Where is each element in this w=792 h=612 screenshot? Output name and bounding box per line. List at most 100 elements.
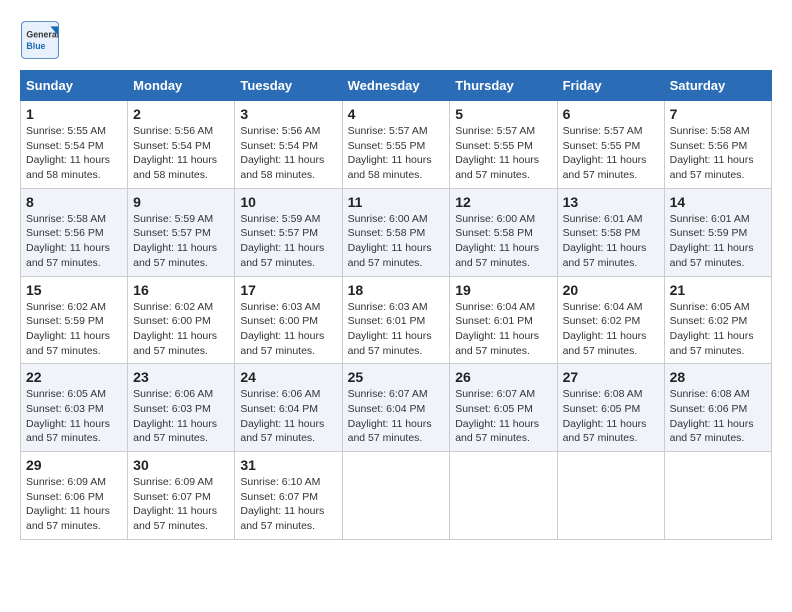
day-info: Sunrise: 6:08 AMSunset: 6:06 PMDaylight:… — [670, 387, 766, 446]
calendar-day-cell: 8 Sunrise: 5:58 AMSunset: 5:56 PMDaylight… — [21, 188, 128, 276]
day-number: 1 — [26, 106, 122, 122]
day-of-week-header: Saturday — [664, 71, 771, 101]
day-info: Sunrise: 6:05 AMSunset: 6:03 PMDaylight:… — [26, 387, 122, 446]
day-number: 23 — [133, 369, 229, 385]
day-info: Sunrise: 6:01 AMSunset: 5:59 PMDaylight:… — [670, 212, 766, 271]
logo: General Blue — [20, 20, 66, 60]
day-of-week-header: Wednesday — [342, 71, 450, 101]
day-number: 27 — [563, 369, 659, 385]
calendar-day-cell: 11 Sunrise: 6:00 AMSunset: 5:58 PMDayligh… — [342, 188, 450, 276]
day-info: Sunrise: 6:10 AMSunset: 6:07 PMDaylight:… — [240, 475, 336, 534]
day-info: Sunrise: 5:58 AMSunset: 5:56 PMDaylight:… — [26, 212, 122, 271]
day-info: Sunrise: 5:59 AMSunset: 5:57 PMDaylight:… — [133, 212, 229, 271]
day-info: Sunrise: 6:02 AMSunset: 5:59 PMDaylight:… — [26, 300, 122, 359]
calendar-day-cell: 2 Sunrise: 5:56 AMSunset: 5:54 PMDaylight… — [128, 101, 235, 189]
calendar-day-cell: 16 Sunrise: 6:02 AMSunset: 6:00 PMDayligh… — [128, 276, 235, 364]
calendar-day-cell: 24 Sunrise: 6:06 AMSunset: 6:04 PMDayligh… — [235, 364, 342, 452]
day-info: Sunrise: 6:05 AMSunset: 6:02 PMDaylight:… — [670, 300, 766, 359]
day-of-week-header: Thursday — [450, 71, 557, 101]
calendar-week-row: 8 Sunrise: 5:58 AMSunset: 5:56 PMDaylight… — [21, 188, 772, 276]
day-info: Sunrise: 5:55 AMSunset: 5:54 PMDaylight:… — [26, 124, 122, 183]
svg-text:Blue: Blue — [26, 41, 45, 51]
calendar-day-cell: 3 Sunrise: 5:56 AMSunset: 5:54 PMDaylight… — [235, 101, 342, 189]
day-info: Sunrise: 5:58 AMSunset: 5:56 PMDaylight:… — [670, 124, 766, 183]
day-info: Sunrise: 6:09 AMSunset: 6:06 PMDaylight:… — [26, 475, 122, 534]
day-info: Sunrise: 6:02 AMSunset: 6:00 PMDaylight:… — [133, 300, 229, 359]
calendar-day-cell: 6 Sunrise: 5:57 AMSunset: 5:55 PMDaylight… — [557, 101, 664, 189]
day-number: 2 — [133, 106, 229, 122]
calendar-day-cell: 4 Sunrise: 5:57 AMSunset: 5:55 PMDaylight… — [342, 101, 450, 189]
calendar-header: SundayMondayTuesdayWednesdayThursdayFrid… — [21, 71, 772, 101]
day-number: 9 — [133, 194, 229, 210]
day-number: 28 — [670, 369, 766, 385]
day-number: 16 — [133, 282, 229, 298]
day-info: Sunrise: 6:03 AMSunset: 6:01 PMDaylight:… — [348, 300, 445, 359]
calendar-week-row: 29 Sunrise: 6:09 AMSunset: 6:06 PMDayligh… — [21, 452, 772, 540]
day-number: 30 — [133, 457, 229, 473]
calendar-day-cell: 22 Sunrise: 6:05 AMSunset: 6:03 PMDayligh… — [21, 364, 128, 452]
page-header: General Blue — [20, 20, 772, 60]
day-number: 21 — [670, 282, 766, 298]
calendar-week-row: 22 Sunrise: 6:05 AMSunset: 6:03 PMDayligh… — [21, 364, 772, 452]
calendar-day-cell: 7 Sunrise: 5:58 AMSunset: 5:56 PMDaylight… — [664, 101, 771, 189]
day-number: 31 — [240, 457, 336, 473]
calendar-day-cell — [342, 452, 450, 540]
day-number: 5 — [455, 106, 551, 122]
day-number: 6 — [563, 106, 659, 122]
calendar-day-cell: 30 Sunrise: 6:09 AMSunset: 6:07 PMDayligh… — [128, 452, 235, 540]
day-number: 3 — [240, 106, 336, 122]
day-info: Sunrise: 6:03 AMSunset: 6:00 PMDaylight:… — [240, 300, 336, 359]
day-number: 15 — [26, 282, 122, 298]
day-number: 4 — [348, 106, 445, 122]
day-info: Sunrise: 6:06 AMSunset: 6:03 PMDaylight:… — [133, 387, 229, 446]
day-info: Sunrise: 6:01 AMSunset: 5:58 PMDaylight:… — [563, 212, 659, 271]
day-of-week-header: Friday — [557, 71, 664, 101]
calendar-week-row: 15 Sunrise: 6:02 AMSunset: 5:59 PMDayligh… — [21, 276, 772, 364]
calendar-day-cell — [557, 452, 664, 540]
calendar-day-cell: 31 Sunrise: 6:10 AMSunset: 6:07 PMDayligh… — [235, 452, 342, 540]
calendar-day-cell: 28 Sunrise: 6:08 AMSunset: 6:06 PMDayligh… — [664, 364, 771, 452]
day-number: 10 — [240, 194, 336, 210]
day-number: 12 — [455, 194, 551, 210]
day-number: 20 — [563, 282, 659, 298]
day-info: Sunrise: 6:00 AMSunset: 5:58 PMDaylight:… — [455, 212, 551, 271]
day-number: 7 — [670, 106, 766, 122]
calendar-week-row: 1 Sunrise: 5:55 AMSunset: 5:54 PMDaylight… — [21, 101, 772, 189]
calendar-day-cell: 25Sunrise: 6:07 AMSunset: 6:04 PMDayligh… — [342, 364, 450, 452]
calendar-day-cell: 1 Sunrise: 5:55 AMSunset: 5:54 PMDaylight… — [21, 101, 128, 189]
calendar-day-cell: 14Sunrise: 6:01 AMSunset: 5:59 PMDayligh… — [664, 188, 771, 276]
day-info: Sunrise: 5:56 AMSunset: 5:54 PMDaylight:… — [240, 124, 336, 183]
calendar-day-cell: 21 Sunrise: 6:05 AMSunset: 6:02 PMDayligh… — [664, 276, 771, 364]
calendar-day-cell — [664, 452, 771, 540]
calendar-day-cell: 9 Sunrise: 5:59 AMSunset: 5:57 PMDaylight… — [128, 188, 235, 276]
day-number: 22 — [26, 369, 122, 385]
day-of-week-header: Monday — [128, 71, 235, 101]
day-number: 8 — [26, 194, 122, 210]
calendar-day-cell: 18Sunrise: 6:03 AMSunset: 6:01 PMDayligh… — [342, 276, 450, 364]
day-info: Sunrise: 5:59 AMSunset: 5:57 PMDaylight:… — [240, 212, 336, 271]
day-number: 13 — [563, 194, 659, 210]
svg-text:General: General — [26, 30, 59, 40]
day-info: Sunrise: 6:09 AMSunset: 6:07 PMDaylight:… — [133, 475, 229, 534]
calendar-day-cell: 29 Sunrise: 6:09 AMSunset: 6:06 PMDayligh… — [21, 452, 128, 540]
day-info: Sunrise: 6:07 AMSunset: 6:04 PMDaylight:… — [348, 387, 445, 446]
calendar-day-cell: 20Sunrise: 6:04 AMSunset: 6:02 PMDayligh… — [557, 276, 664, 364]
day-info: Sunrise: 6:07 AMSunset: 6:05 PMDaylight:… — [455, 387, 551, 446]
day-info: Sunrise: 6:00 AMSunset: 5:58 PMDaylight:… — [348, 212, 445, 271]
calendar-day-cell: 27 Sunrise: 6:08 AMSunset: 6:05 PMDayligh… — [557, 364, 664, 452]
calendar-day-cell — [450, 452, 557, 540]
day-info: Sunrise: 5:57 AMSunset: 5:55 PMDaylight:… — [348, 124, 445, 183]
day-info: Sunrise: 6:04 AMSunset: 6:01 PMDaylight:… — [455, 300, 551, 359]
day-number: 29 — [26, 457, 122, 473]
calendar-day-cell: 10 Sunrise: 5:59 AMSunset: 5:57 PMDayligh… — [235, 188, 342, 276]
day-info: Sunrise: 5:57 AMSunset: 5:55 PMDaylight:… — [455, 124, 551, 183]
calendar-day-cell: 19Sunrise: 6:04 AMSunset: 6:01 PMDayligh… — [450, 276, 557, 364]
day-info: Sunrise: 6:06 AMSunset: 6:04 PMDaylight:… — [240, 387, 336, 446]
day-info: Sunrise: 5:57 AMSunset: 5:55 PMDaylight:… — [563, 124, 659, 183]
day-info: Sunrise: 5:56 AMSunset: 5:54 PMDaylight:… — [133, 124, 229, 183]
day-number: 11 — [348, 194, 445, 210]
day-number: 24 — [240, 369, 336, 385]
calendar-day-cell: 23 Sunrise: 6:06 AMSunset: 6:03 PMDayligh… — [128, 364, 235, 452]
day-of-week-header: Sunday — [21, 71, 128, 101]
day-info: Sunrise: 6:08 AMSunset: 6:05 PMDaylight:… — [563, 387, 659, 446]
